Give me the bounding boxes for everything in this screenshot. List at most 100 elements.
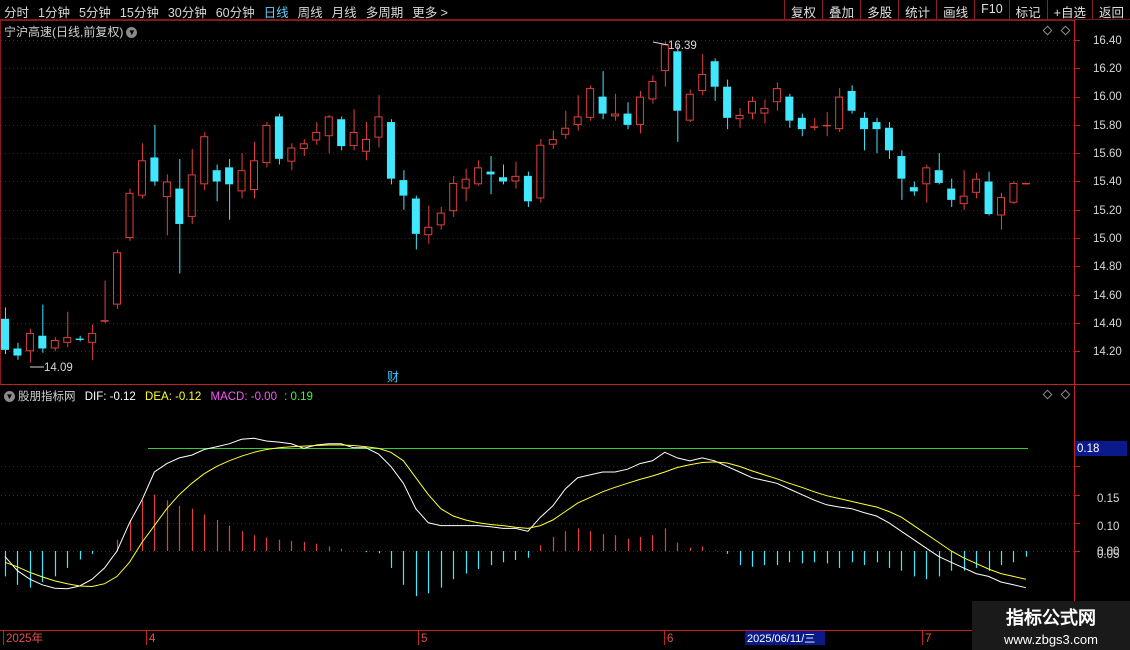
price-tick: 16.00 — [1093, 91, 1122, 103]
candle — [461, 168, 470, 202]
candle — [523, 171, 532, 207]
candle-body — [374, 116, 383, 138]
candle — [710, 58, 719, 101]
indicator-tick: 0.10 — [1097, 521, 1119, 533]
candle-body — [573, 116, 582, 125]
candle-body — [237, 170, 246, 192]
chart-title[interactable]: 宁沪高速(日线,前复权) ▼ — [4, 23, 138, 40]
candle-body — [100, 320, 109, 322]
candle — [63, 311, 72, 348]
candle-body — [561, 127, 570, 135]
candle-body — [1, 318, 9, 350]
candle-body — [75, 338, 84, 340]
candle-body — [598, 96, 607, 114]
candle-body — [13, 348, 22, 356]
main-chart-frame — [0, 20, 1075, 385]
candle-body — [872, 122, 881, 130]
candle — [499, 164, 507, 185]
high-label: 16.39 — [668, 40, 697, 52]
candle — [748, 96, 756, 120]
candle — [860, 112, 869, 151]
candle — [785, 93, 794, 128]
candle-body — [909, 187, 918, 192]
candle — [237, 153, 246, 199]
candle-body — [673, 51, 682, 111]
candle — [797, 113, 806, 137]
candle — [225, 158, 234, 220]
candle-body — [25, 332, 34, 352]
candle-body — [499, 177, 507, 182]
low-label: 14.09 — [44, 362, 73, 374]
candle — [150, 124, 159, 186]
candle-body — [125, 192, 134, 239]
candle — [872, 117, 881, 154]
candle-body — [997, 197, 1005, 216]
chevron-down-icon[interactable]: ▼ — [4, 391, 15, 403]
candle — [934, 153, 943, 185]
candle-body — [137, 160, 146, 196]
candle-body — [411, 198, 420, 234]
candle-body — [424, 226, 433, 236]
price-axis: 16.40 16.20 16.00 15.80 15.60 15.40 15.2… — [1093, 35, 1122, 358]
candle-body — [611, 113, 620, 117]
candle — [847, 85, 856, 114]
candle-body — [162, 181, 171, 198]
candle — [698, 54, 707, 96]
candle-body — [698, 73, 707, 91]
candle — [374, 95, 383, 148]
candle-body — [461, 178, 470, 189]
candle-body — [212, 170, 221, 182]
candle-body — [959, 195, 968, 205]
candle — [411, 195, 420, 250]
candle — [947, 178, 956, 207]
candle-body — [225, 167, 234, 185]
candle-body — [897, 156, 906, 179]
candle-body — [474, 167, 483, 185]
candle — [723, 79, 732, 130]
indicator-title: ▼ 股朋指标网 DIF: -0.12 DEA: -0.12 MACD: -0.00… — [4, 388, 313, 404]
candle-body — [710, 61, 719, 87]
candle — [88, 324, 97, 360]
chevron-down-icon[interactable]: ▼ — [126, 27, 138, 39]
candle — [822, 112, 831, 137]
candle — [959, 170, 968, 210]
candle — [262, 122, 271, 168]
price-tick: 14.40 — [1093, 318, 1122, 330]
candle-body — [947, 188, 956, 200]
candle — [399, 170, 408, 210]
candle — [735, 107, 744, 128]
candle-body — [548, 139, 557, 145]
candle-body — [38, 335, 47, 349]
candle-body — [735, 114, 744, 120]
candle — [648, 75, 657, 104]
low-annotation: 14.09 — [30, 362, 73, 374]
candle — [50, 337, 59, 352]
candle-body — [274, 116, 283, 159]
candle — [324, 114, 333, 154]
candle-body — [797, 117, 806, 130]
candle — [909, 181, 918, 196]
candle-body — [399, 180, 408, 196]
candle — [38, 304, 47, 353]
price-tick: 16.20 — [1093, 63, 1122, 75]
finance-marker[interactable]: 财 — [387, 370, 399, 384]
candle-body — [63, 337, 72, 343]
candle-body — [748, 100, 756, 114]
price-tick: 15.80 — [1093, 120, 1122, 132]
candle — [349, 109, 358, 151]
stock-chart[interactable]: 16.40 16.20 16.00 15.80 15.60 15.40 15.2… — [0, 0, 1130, 650]
price-tick: 14.60 — [1093, 290, 1122, 302]
candle — [25, 328, 34, 363]
indicator-tick: 0.15 — [1097, 493, 1119, 505]
stock-name: 宁沪高速(日线,前复权) — [4, 25, 124, 39]
candle — [884, 122, 893, 159]
candle-body — [523, 175, 532, 202]
time-label: 6 — [667, 633, 673, 645]
candle — [586, 85, 595, 121]
time-label: 2025年 — [6, 631, 43, 645]
indicator-tick: 0.00 — [1097, 546, 1119, 558]
candle-body — [835, 96, 844, 130]
candle — [548, 130, 557, 149]
candle-body — [860, 117, 869, 130]
watermark: 指标公式网 www.zbgs3.com — [972, 601, 1130, 650]
